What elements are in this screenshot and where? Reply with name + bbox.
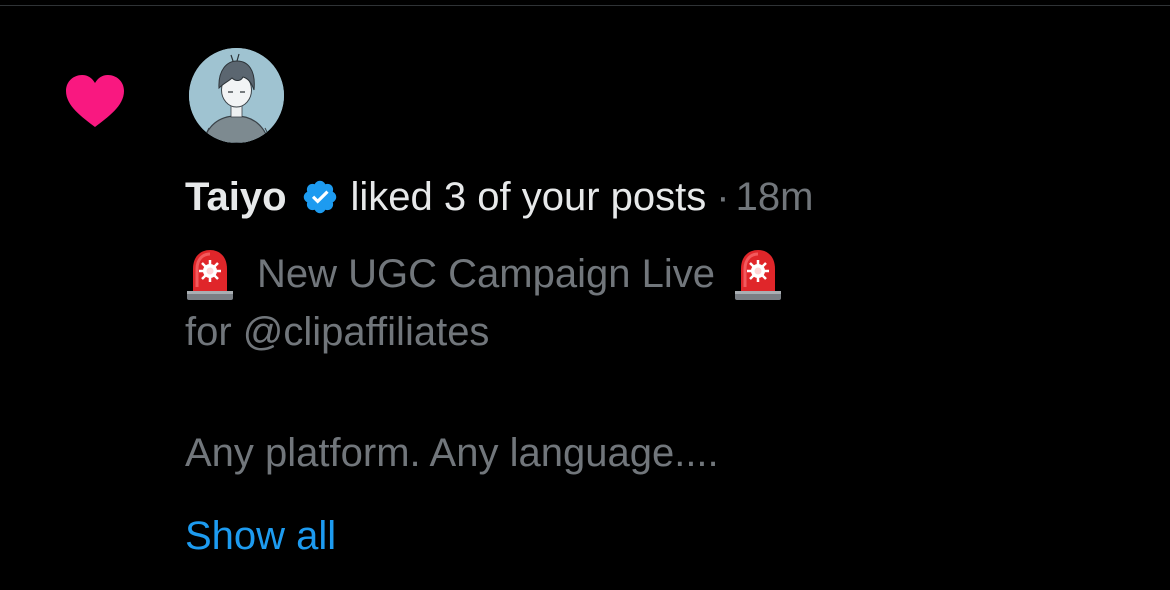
separator-dot: ·: [716, 175, 730, 219]
post-title-text: New UGC Campaign Live: [257, 252, 715, 296]
verified-badge-icon: [303, 180, 336, 214]
show-all-link[interactable]: Show all: [185, 513, 336, 559]
post-line-3: Any platform. Any language....: [185, 431, 719, 475]
post-line-2: for @clipaffiliates: [185, 310, 490, 354]
action-text: liked 3 of your posts: [350, 175, 707, 219]
police-light-icon: [187, 250, 233, 300]
avatar[interactable]: [189, 48, 284, 143]
post-line-1: New UGC Campaign Live: [185, 247, 783, 301]
avatar-image: [189, 48, 284, 143]
user-name[interactable]: Taiyo: [185, 174, 287, 220]
timestamp: 18m: [735, 175, 814, 219]
notification-header: Taiyo liked 3 of your posts · 18m: [185, 174, 813, 220]
like-notification[interactable]: Taiyo liked 3 of your posts · 18m New UG…: [0, 6, 1170, 590]
heart-icon: [66, 75, 124, 127]
police-light-icon: [734, 250, 781, 300]
